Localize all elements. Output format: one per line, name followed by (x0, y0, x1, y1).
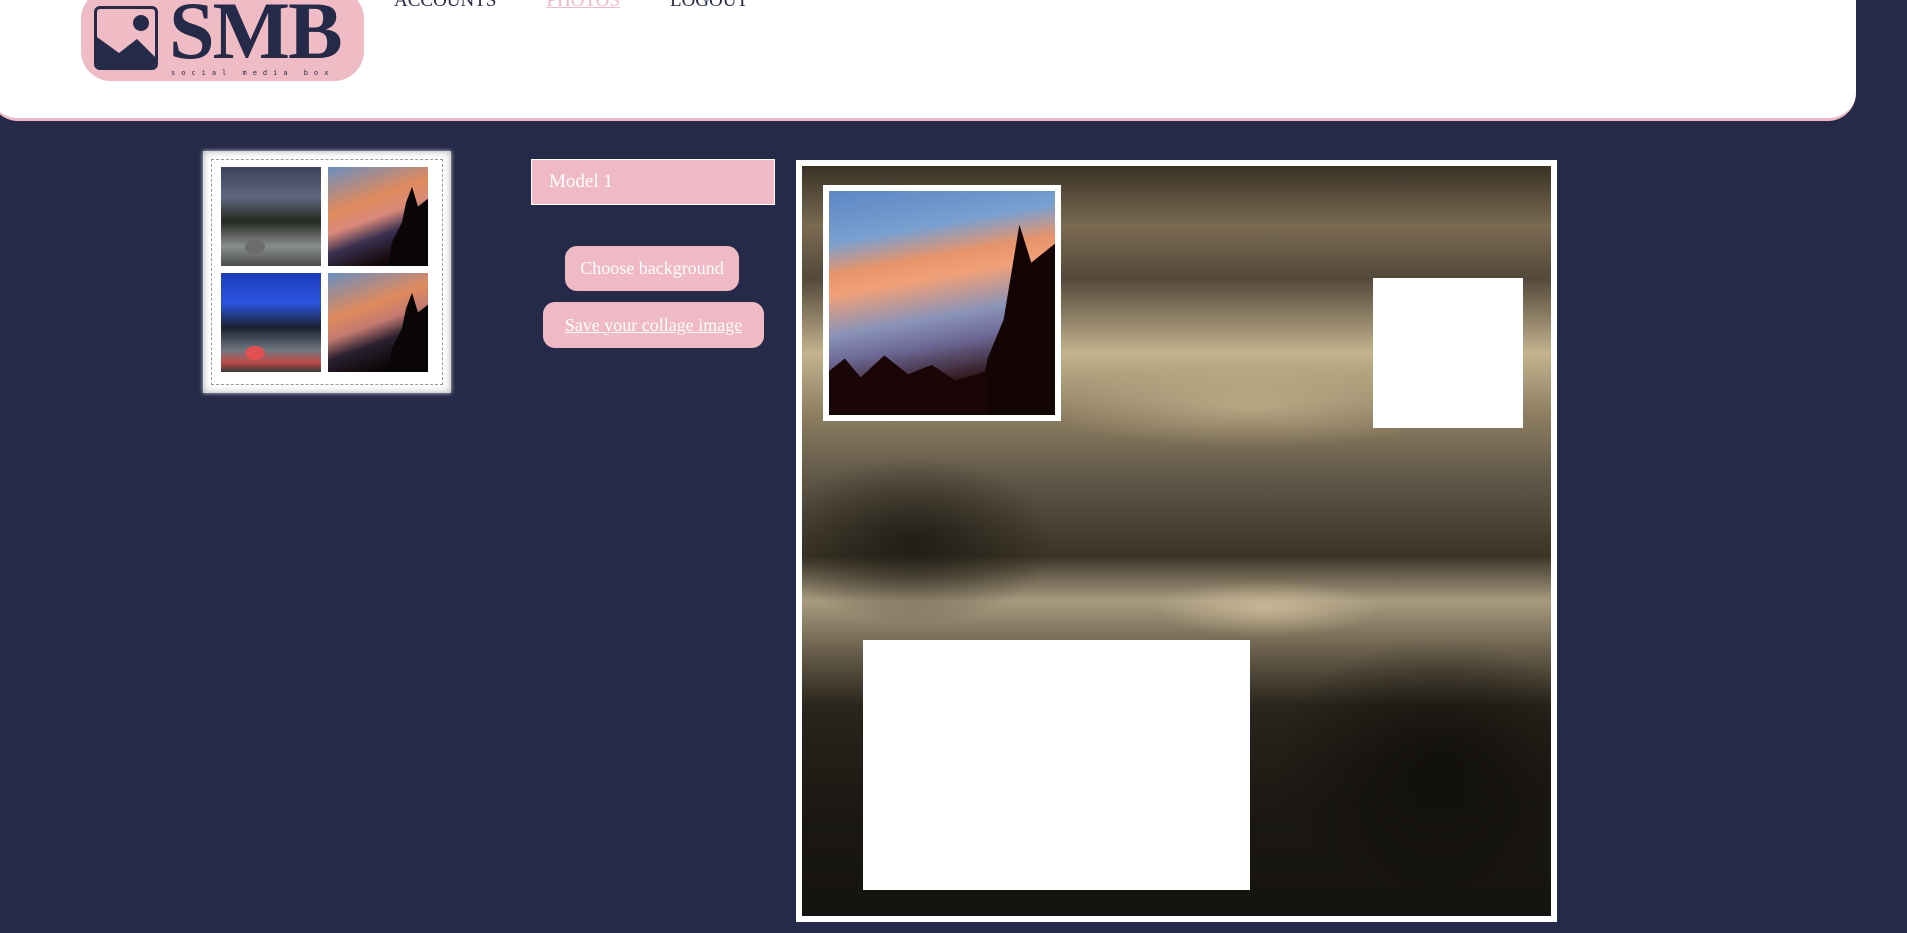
thumbnail-photo[interactable] (328, 167, 428, 266)
nav-logout[interactable]: LOGOUT (670, 0, 748, 12)
thumbnail-photo[interactable] (221, 273, 321, 372)
logo[interactable]: SMB social media box (81, 0, 364, 81)
empty-photo-slot[interactable] (1373, 278, 1523, 428)
photo-thumbnails-panel (203, 151, 451, 393)
wheel-shape (245, 240, 265, 254)
image-icon (94, 6, 158, 70)
tree-silhouette (388, 186, 428, 266)
thumbnail-photo[interactable] (328, 273, 428, 372)
main-nav: ACCOUNTS PHOTOS LOGOUT (394, 0, 798, 12)
collage-canvas[interactable] (796, 160, 1557, 922)
header: SMB social media box ACCOUNTS PHOTOS LOG… (0, 0, 1856, 121)
model-select[interactable]: Model 1 (531, 159, 775, 205)
logo-text: SMB (169, 0, 343, 76)
empty-photo-slot[interactable] (863, 640, 1250, 890)
choose-background-button[interactable]: Choose background (565, 246, 739, 291)
tree-silhouette (829, 355, 988, 415)
thumbnail-photo[interactable] (221, 167, 321, 266)
nav-accounts[interactable]: ACCOUNTS (394, 0, 496, 12)
save-collage-button[interactable]: Save your collage image (543, 302, 764, 348)
placed-photo[interactable] (823, 185, 1061, 421)
tree-silhouette (388, 292, 428, 372)
tree-silhouette (975, 224, 1055, 415)
logo-tagline: social media box (171, 69, 335, 77)
wheel-shape (245, 346, 265, 360)
nav-photos[interactable]: PHOTOS (546, 0, 620, 12)
